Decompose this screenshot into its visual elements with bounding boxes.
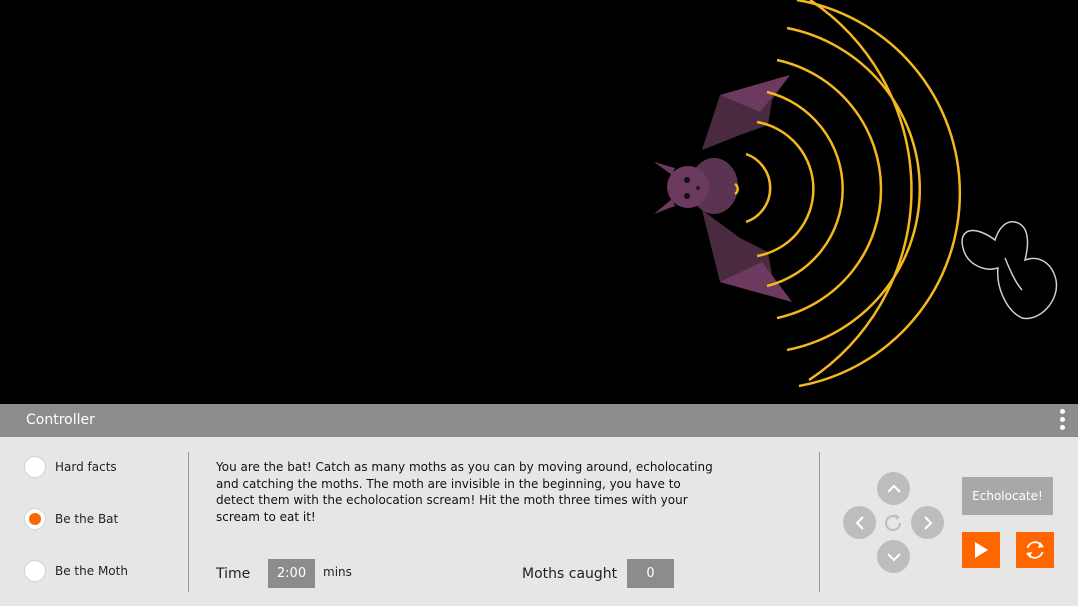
- instructions-text: You are the bat! Catch as many moths as …: [216, 460, 713, 524]
- divider: [188, 452, 189, 592]
- mode-label: Be the Moth: [55, 564, 128, 578]
- more-vertical-icon[interactable]: [1058, 409, 1066, 433]
- echolocation-waves: [734, 0, 962, 388]
- mode-label: Hard facts: [55, 460, 117, 474]
- radio-button[interactable]: [24, 456, 46, 478]
- time-value: 2:00: [268, 559, 315, 588]
- move-up-button[interactable]: [877, 472, 910, 505]
- move-right-button[interactable]: [911, 506, 944, 539]
- time-unit: mins: [323, 565, 352, 579]
- radio-button[interactable]: [24, 560, 46, 582]
- play-button[interactable]: [962, 532, 1000, 568]
- chevron-down-icon: [886, 552, 901, 561]
- refresh-icon: [1026, 541, 1044, 559]
- mode-option-hard-facts[interactable]: Hard facts: [24, 455, 117, 479]
- move-left-button[interactable]: [843, 506, 876, 539]
- mode-label: Be the Bat: [55, 512, 119, 526]
- move-down-button[interactable]: [877, 540, 910, 573]
- reset-button[interactable]: [1016, 532, 1054, 568]
- play-icon: [975, 542, 988, 558]
- chevron-right-icon: [923, 515, 932, 530]
- chevron-left-icon: [855, 515, 864, 530]
- moths-caught-value: 0: [627, 559, 674, 588]
- controller-title: Controller: [26, 412, 95, 428]
- mode-option-be-the-bat[interactable]: Be the Bat: [24, 507, 118, 531]
- game-stage: [0, 0, 1078, 404]
- chevron-up-icon: [886, 484, 901, 493]
- rotate-button[interactable]: [880, 510, 906, 536]
- moths-caught-label: Moths caught: [522, 566, 618, 582]
- echolocate-button[interactable]: Echolocate!: [962, 477, 1053, 515]
- radio-button-selected[interactable]: [24, 508, 46, 530]
- rotate-icon: [885, 514, 902, 532]
- moth: [961, 221, 1058, 320]
- controller-header: Controller: [0, 404, 1078, 437]
- mode-option-be-the-moth[interactable]: Be the Moth: [24, 559, 128, 583]
- divider: [819, 452, 820, 592]
- controller-panel: Hard facts Be the Bat Be the Moth You ar…: [0, 437, 1078, 606]
- time-label: Time: [216, 566, 251, 582]
- stage-canvas: [654, 0, 1058, 388]
